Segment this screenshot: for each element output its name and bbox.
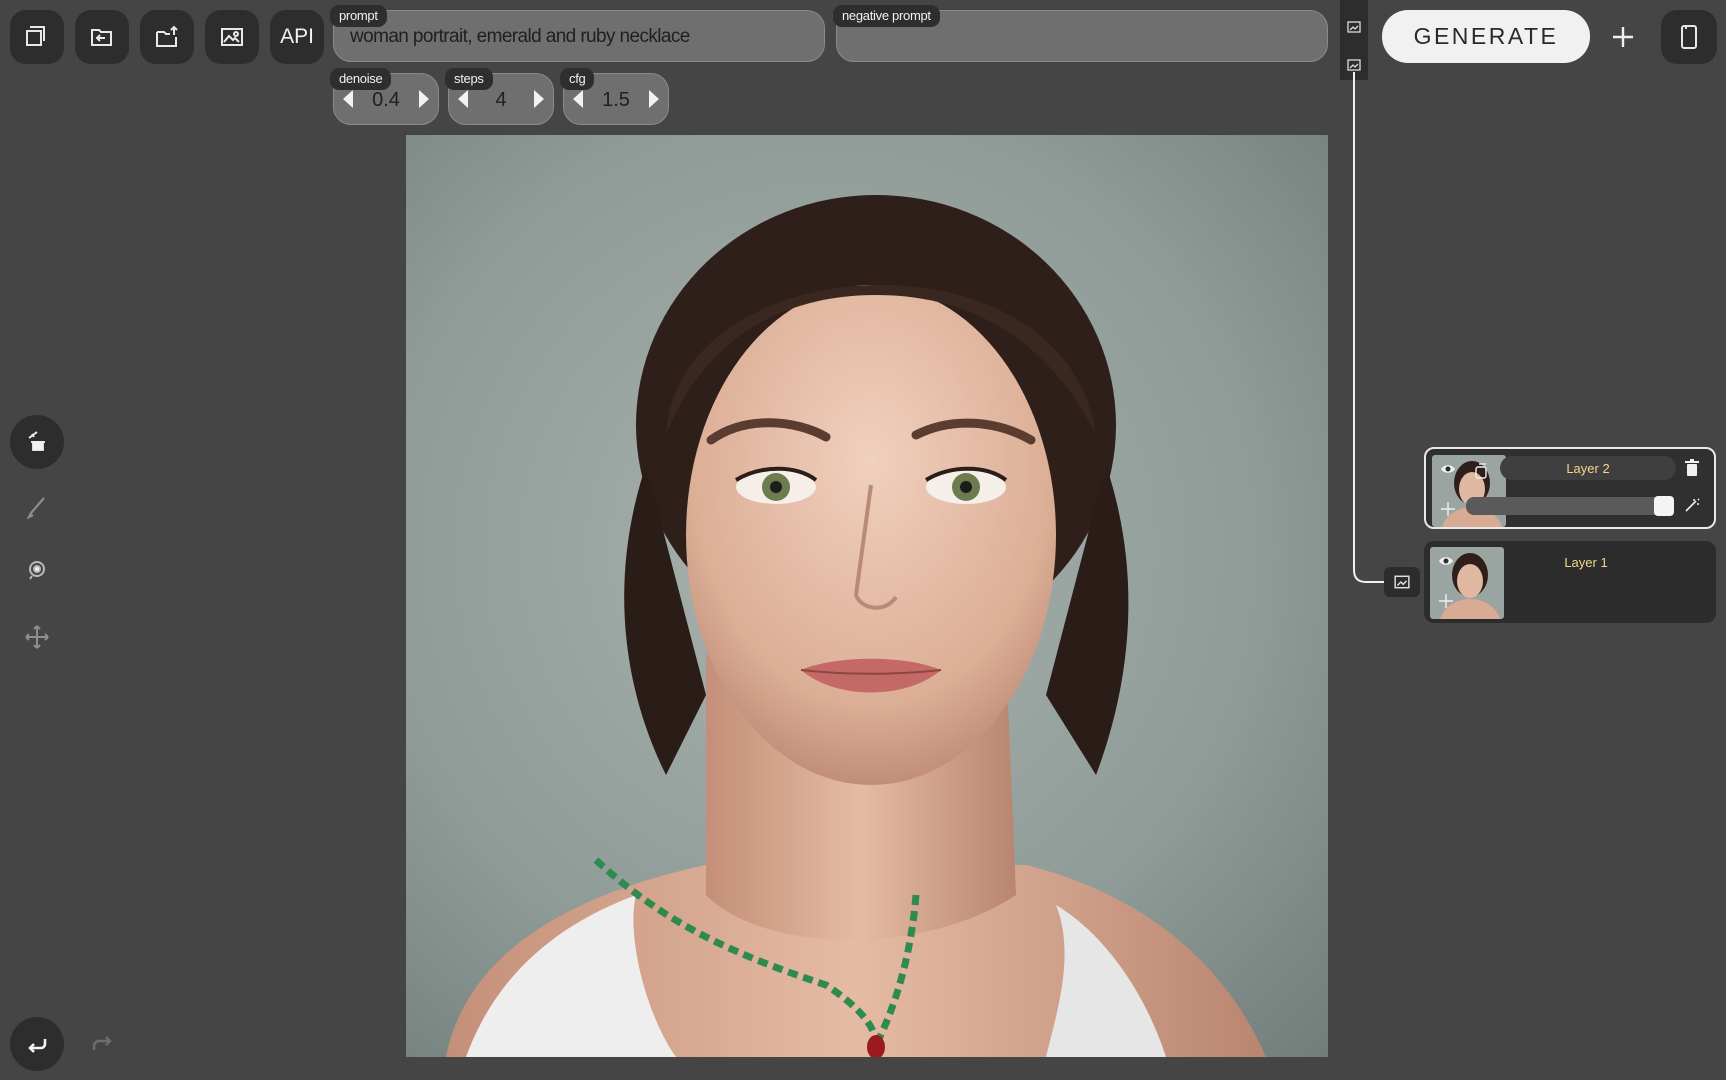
opacity-slider[interactable]	[1466, 496, 1674, 516]
negative-prompt-input[interactable]	[851, 23, 1313, 51]
increase-arrow-icon[interactable]	[645, 88, 663, 110]
api-label: API	[280, 25, 314, 48]
eye-icon[interactable]	[1438, 555, 1454, 567]
lasso-select-tool[interactable]	[10, 543, 64, 597]
negative-prompt-field[interactable]: negative prompt	[833, 5, 1328, 62]
magic-eraser-icon	[28, 431, 45, 451]
layer-name-field[interactable]: Layer 2	[1500, 456, 1676, 480]
image-settings-button[interactable]	[205, 10, 259, 64]
generate-button[interactable]: GENERATE	[1382, 10, 1590, 63]
layer-item-1[interactable]: Layer 1	[1424, 541, 1716, 623]
layer-item-2[interactable]: Layer 2	[1424, 447, 1716, 529]
prompt-field[interactable]: prompt	[330, 5, 825, 62]
redo-button[interactable]	[75, 1017, 129, 1071]
magic-eraser-tool[interactable]	[10, 415, 64, 469]
export-icon	[156, 25, 178, 47]
cfg-label: cfg	[560, 68, 595, 90]
move-icon	[25, 625, 49, 649]
image-settings-icon	[221, 28, 243, 46]
cfg-stepper[interactable]: cfg 1.5	[560, 68, 669, 125]
redo-icon	[92, 1036, 112, 1050]
image-icon	[1394, 575, 1410, 589]
export-button[interactable]	[140, 10, 194, 64]
denoise-label: denoise	[330, 68, 392, 90]
plus-icon[interactable]	[1610, 24, 1636, 50]
image-output-icon[interactable]	[1347, 20, 1361, 34]
undo-icon	[28, 1039, 47, 1053]
brush-tool[interactable]	[10, 480, 64, 534]
steps-label: steps	[445, 68, 493, 90]
duplicate-icon[interactable]	[1474, 463, 1488, 479]
denoise-stepper[interactable]: denoise 0.4	[330, 68, 439, 125]
opacity-slider-handle[interactable]	[1654, 496, 1674, 516]
layer-name: Layer 2	[1566, 461, 1610, 476]
lasso-select-icon	[29, 561, 45, 580]
increase-arrow-icon[interactable]	[530, 88, 548, 110]
node-strip	[1340, 0, 1368, 80]
layer-input-node[interactable]	[1384, 567, 1420, 597]
steps-stepper[interactable]: steps 4	[445, 68, 554, 125]
move-tool[interactable]	[10, 610, 64, 664]
move-icon[interactable]	[1438, 593, 1454, 609]
node-connector	[1353, 72, 1388, 583]
canvas-image[interactable]	[406, 135, 1328, 1057]
portrait-image	[406, 135, 1328, 1057]
undo-button[interactable]	[10, 1017, 64, 1071]
open-file-icon	[91, 29, 112, 46]
move-icon[interactable]	[1440, 501, 1456, 517]
tablet-icon	[1681, 25, 1697, 49]
new-canvas-icon	[26, 26, 45, 46]
device-button[interactable]	[1661, 10, 1717, 64]
eye-icon[interactable]	[1440, 463, 1456, 475]
prompt-input[interactable]	[348, 23, 810, 51]
increase-arrow-icon[interactable]	[415, 88, 433, 110]
image-input-icon[interactable]	[1347, 58, 1361, 72]
api-button[interactable]: API	[270, 10, 324, 64]
trash-icon[interactable]	[1684, 459, 1700, 477]
new-canvas-button[interactable]	[10, 10, 64, 64]
open-file-button[interactable]	[75, 10, 129, 64]
brush-icon	[26, 497, 45, 520]
magic-wand-icon[interactable]	[1684, 497, 1702, 513]
layer-name: Layer 1	[1564, 555, 1608, 570]
